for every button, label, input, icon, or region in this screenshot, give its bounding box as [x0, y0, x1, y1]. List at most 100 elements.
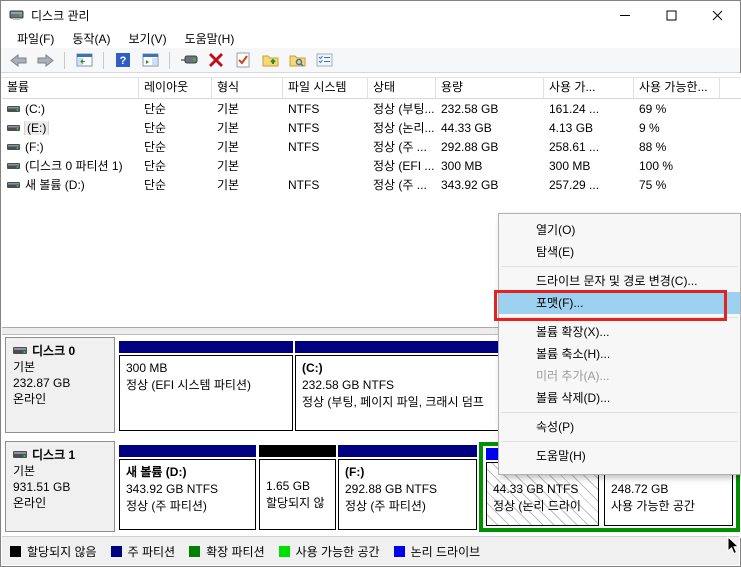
menu-separator — [501, 441, 738, 442]
window-title: 디스크 관리 — [31, 8, 90, 23]
toolbar-separator — [64, 51, 65, 69]
menu-bar: 파일(F) 동작(A) 보기(V) 도움말(H) — [1, 29, 740, 48]
toolbar: ? — [1, 48, 740, 73]
column-header-free[interactable]: 사용 가... — [544, 78, 634, 98]
legend-swatch — [189, 545, 201, 557]
table-row-f[interactable]: (F:) 단순 기본 NTFS 정상 (주 ... 292.88 GB 258.… — [2, 137, 741, 156]
legend-swatch — [393, 545, 405, 557]
partition-status: 정상 (주 파티션) — [126, 499, 207, 513]
partition-status: 할당되지 않 — [266, 496, 325, 510]
partition-header — [338, 445, 477, 457]
maximize-button[interactable] — [648, 1, 694, 29]
partition-header — [259, 445, 336, 457]
menu-item-help[interactable]: 도움말(H) — [499, 445, 740, 467]
open-folder-icon[interactable] — [259, 50, 281, 71]
legend-free-space: 사용 가능한 공간 — [278, 543, 380, 560]
partition-unallocated[interactable]: 1.65 GB 할당되지 않 — [259, 445, 336, 530]
partition-size: 343.92 GB NTFS — [126, 482, 219, 496]
partition-size: 248.72 GB — [611, 482, 669, 496]
table-row-e-selected[interactable]: (E:) 단순 기본 NTFS 정상 (논리... 44.33 GB 4.13 … — [2, 118, 741, 137]
menu-file[interactable]: 파일(F) — [8, 28, 63, 49]
disk-kind: 기본 — [13, 360, 36, 374]
help-icon[interactable]: ? — [112, 50, 134, 71]
app-icon — [9, 7, 25, 23]
legend-swatch — [278, 545, 290, 557]
back-icon[interactable] — [7, 50, 29, 71]
partition-status: 정상 (EFI 시스템 파티션) — [126, 378, 251, 392]
menu-item-properties[interactable]: 속성(P) — [499, 416, 740, 438]
minimize-button[interactable] — [602, 1, 648, 29]
menu-item-delete-volume[interactable]: 볼륨 삭제(D)... — [499, 387, 740, 409]
toolbar-separator — [103, 51, 104, 69]
drive-icon — [7, 102, 20, 116]
menu-item-open[interactable]: 열기(O) — [499, 219, 740, 241]
legend-extended-partition: 확장 파티션 — [189, 543, 265, 560]
column-header-volume[interactable]: 볼륨 — [2, 78, 139, 98]
column-header-type[interactable]: 형식 — [212, 78, 283, 98]
context-menu: 열기(O) 탐색(E) 드라이브 문자 및 경로 변경(C)... 포맷(F).… — [498, 213, 741, 475]
disk-name: 디스크 1 — [32, 448, 76, 462]
disk-kind: 기본 — [13, 464, 36, 478]
disk-status: 온라인 — [13, 392, 47, 406]
menu-help[interactable]: 도움말(H) — [176, 28, 244, 49]
console-tree-icon[interactable] — [73, 50, 95, 71]
partition-d[interactable]: 새 볼륨 (D:) 343.92 GB NTFS 정상 (주 파티션) — [119, 445, 256, 530]
table-row-d[interactable]: 새 볼륨 (D:) 단순 기본 NTFS 정상 (주 ... 343.92 GB… — [2, 175, 741, 194]
menu-item-add-mirror: 미러 추가(A)... — [536, 369, 610, 383]
menu-action[interactable]: 동작(A) — [63, 28, 119, 49]
partition-efi[interactable]: 300 MB 정상 (EFI 시스템 파티션) — [119, 341, 293, 431]
legend-swatch — [10, 545, 21, 557]
volume-table-header: 볼륨 레이아웃 형식 파일 시스템 상태 용량 사용 가... 사용 가능한..… — [2, 77, 741, 99]
legend-logical-drive: 논리 드라이브 — [393, 543, 480, 560]
menu-separator — [501, 266, 738, 267]
disk-size: 232.87 GB — [13, 376, 71, 390]
partition-status: 정상 (논리 드라이 — [493, 499, 581, 513]
partition-title: (F:) — [345, 465, 365, 479]
drive-properties-icon[interactable] — [178, 50, 200, 71]
volume-name: (E:) — [23, 120, 50, 135]
window-controls — [602, 1, 740, 29]
title-bar: 디스크 관리 — [1, 1, 740, 29]
annotation-highlight-rectangle — [494, 290, 727, 321]
column-header-pct-free[interactable]: 사용 가능한... — [634, 78, 720, 98]
column-header-filesystem[interactable]: 파일 시스템 — [283, 78, 368, 98]
drive-icon — [7, 121, 20, 135]
table-row-c[interactable]: (C:) 단순 기본 NTFS 정상 (부팅... 232.58 GB 161.… — [2, 99, 741, 118]
volume-name: (C:) — [25, 101, 45, 116]
disk-0-info[interactable]: 디스크 0 기본 232.87 GB 온라인 — [5, 337, 115, 433]
partition-f[interactable]: (F:) 292.88 GB NTFS 정상 (주 파티션) — [338, 445, 477, 530]
menu-item-shrink-volume[interactable]: 볼륨 축소(H)... — [499, 343, 740, 365]
column-header-layout[interactable]: 레이아웃 — [139, 78, 212, 98]
check-document-icon[interactable] — [232, 50, 254, 71]
mouse-cursor — [727, 535, 740, 558]
drive-icon — [7, 140, 20, 154]
disk-size: 931.51 GB — [13, 480, 71, 494]
legend-unallocated: 할당되지 않음 — [10, 543, 97, 560]
column-header-status[interactable]: 상태 — [368, 78, 436, 98]
partition-size: 44.33 GB NTFS — [493, 482, 579, 496]
toolbar-separator — [169, 51, 170, 69]
legend-bar: 할당되지 않음 주 파티션 확장 파티션 사용 가능한 공간 논리 드라이브 — [2, 536, 739, 565]
disk-icon — [13, 343, 27, 359]
partition-status: 사용 가능한 공간 — [611, 499, 695, 513]
drive-icon — [7, 159, 20, 173]
explore-folder-icon[interactable] — [286, 50, 308, 71]
disk-management-window: 디스크 관리 파일(F) 동작(A) 보기(V) 도움말(H) ? 볼륨 레이아… — [0, 0, 741, 567]
delete-volume-icon[interactable] — [205, 50, 227, 71]
drive-icon — [7, 178, 20, 192]
close-button[interactable] — [694, 1, 740, 29]
menu-item-extend-volume[interactable]: 볼륨 확장(X)... — [499, 321, 740, 343]
menu-view[interactable]: 보기(V) — [119, 28, 175, 49]
action-pane-icon[interactable] — [139, 50, 161, 71]
partition-size: 1.65 GB — [266, 479, 311, 493]
column-header-capacity[interactable]: 용량 — [436, 78, 544, 98]
view-options-icon[interactable] — [313, 50, 335, 71]
volume-name: (F:) — [25, 139, 44, 154]
disk-1-info[interactable]: 디스크 1 기본 931.51 GB 온라인 — [5, 441, 115, 532]
menu-item-change-drive-letter[interactable]: 드라이브 문자 및 경로 변경(C)... — [499, 270, 740, 292]
forward-icon[interactable] — [34, 50, 56, 71]
partition-size: 292.88 GB NTFS — [345, 482, 438, 496]
table-row-disk0-part1[interactable]: (디스크 0 파티션 1) 단순 기본 정상 (EFI ... 300 MB 3… — [2, 156, 741, 175]
menu-item-explore[interactable]: 탐색(E) — [499, 241, 740, 263]
legend-primary-partition: 주 파티션 — [110, 543, 175, 560]
